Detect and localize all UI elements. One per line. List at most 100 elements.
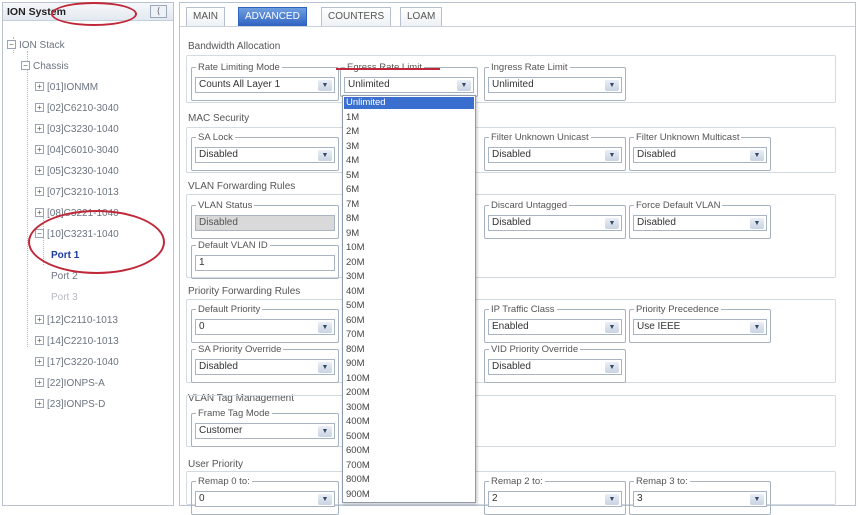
remap-0-select[interactable]: 0 ▼ (195, 491, 335, 507)
dropdown-option[interactable]: 50M (344, 300, 474, 312)
expand-icon[interactable]: + (35, 145, 44, 154)
chevron-down-icon[interactable]: ▼ (318, 80, 332, 91)
dropdown-option[interactable]: 200M (344, 387, 474, 399)
tab-counters[interactable]: COUNTERS (321, 7, 392, 26)
egress-rate-limit-select[interactable]: Unlimited ▼ (344, 77, 474, 93)
dropdown-option[interactable]: 5M (344, 170, 474, 182)
chevron-down-icon[interactable]: ▼ (750, 150, 764, 161)
dropdown-option[interactable]: 9M (344, 228, 474, 240)
expand-icon[interactable]: + (35, 315, 44, 324)
chevron-down-icon[interactable]: ▼ (318, 150, 332, 161)
dropdown-option[interactable]: 4M (344, 155, 474, 167)
tree-item[interactable]: − Chassis (21, 60, 69, 74)
dropdown-option[interactable]: 70M (344, 329, 474, 341)
expand-icon[interactable]: + (35, 124, 44, 133)
dropdown-option[interactable]: 30M (344, 271, 474, 283)
chevron-down-icon[interactable]: ▼ (457, 80, 471, 91)
force-default-vlan-select[interactable]: Disabled ▼ (633, 215, 767, 231)
tree-item[interactable]: + [02]C6210-3040 (35, 102, 119, 116)
priority-precedence-select[interactable]: Use IEEE ▼ (633, 319, 767, 335)
dropdown-option[interactable]: 6M (344, 184, 474, 196)
dropdown-option[interactable]: 80M (344, 344, 474, 356)
expand-icon[interactable]: + (35, 166, 44, 175)
dropdown-option[interactable]: Unlimited (344, 97, 474, 110)
dropdown-option[interactable]: 300M (344, 402, 474, 414)
dropdown-option[interactable]: 60M (344, 315, 474, 327)
expand-icon[interactable]: + (35, 399, 44, 408)
discard-untagged-select[interactable]: Disabled ▼ (488, 215, 622, 231)
vid-priority-override-select[interactable]: Disabled ▼ (488, 359, 622, 375)
chevron-down-icon[interactable]: ▼ (605, 150, 619, 161)
expand-icon[interactable]: + (35, 82, 44, 91)
expand-icon[interactable]: + (35, 378, 44, 387)
filter-unknown-multicast-select[interactable]: Disabled ▼ (633, 147, 767, 163)
chevron-down-icon[interactable]: ▼ (605, 494, 619, 505)
dropdown-option[interactable]: 90M (344, 358, 474, 370)
chevron-down-icon[interactable]: ▼ (750, 218, 764, 229)
tree-item[interactable]: + [03]C3230-1040 (35, 123, 119, 137)
chevron-down-icon[interactable]: ▼ (318, 322, 332, 333)
egress-rate-limit-dropdown-list[interactable]: Unlimited 1M 2M 3M 4M 5M 6M 7M 8M 9M 10M 20M 30M 40M 5… (342, 95, 476, 503)
tree-item[interactable]: + [04]C6010-3040 (35, 144, 119, 158)
tree-item[interactable]: + [05]C3230-1040 (35, 165, 119, 179)
expand-icon[interactable]: + (35, 336, 44, 345)
collapse-icon[interactable]: − (21, 61, 30, 70)
expand-icon[interactable]: + (35, 357, 44, 366)
dropdown-option[interactable]: 2M (344, 126, 474, 138)
dropdown-option[interactable]: 10M (344, 242, 474, 254)
tree-item[interactable]: + [07]C3210-1013 (35, 186, 119, 200)
ip-traffic-class-select[interactable]: Enabled ▼ (488, 319, 622, 335)
remap-3-select[interactable]: 3 ▼ (633, 491, 767, 507)
tab-advanced[interactable]: ADVANCED (238, 7, 307, 26)
chevron-down-icon[interactable]: ▼ (318, 362, 332, 373)
chevron-down-icon[interactable]: ▼ (605, 80, 619, 91)
default-vlan-id-input[interactable]: 1 (195, 255, 335, 271)
tree-item[interactable]: + [01]IONMM (35, 81, 98, 95)
dropdown-option[interactable]: 20M (344, 257, 474, 269)
dropdown-option[interactable]: 1M (344, 112, 474, 124)
dropdown-option[interactable]: 100M (344, 373, 474, 385)
chevron-down-icon[interactable]: ▼ (605, 322, 619, 333)
tab-loam[interactable]: LOAM (400, 7, 443, 26)
remap-2-select[interactable]: 2 ▼ (488, 491, 622, 507)
dropdown-option[interactable]: 800M (344, 474, 474, 486)
ingress-rate-limit-select[interactable]: Unlimited ▼ (488, 77, 622, 93)
default-priority-select[interactable]: 0 ▼ (195, 319, 335, 335)
tree-item[interactable]: + [12]C2110-1013 (35, 314, 118, 328)
chevron-down-icon[interactable]: ▼ (605, 362, 619, 373)
vlan-status-value: Disabled (199, 217, 238, 228)
tree-item[interactable]: + [22]IONPS-A (35, 377, 105, 391)
tab-main[interactable]: MAIN (186, 7, 225, 26)
dropdown-option[interactable]: 700M (344, 460, 474, 472)
dropdown-option[interactable]: 900M (344, 489, 474, 501)
dropdown-option[interactable]: 7M (344, 199, 474, 211)
chevron-down-icon[interactable]: ▼ (750, 494, 764, 505)
expand-icon[interactable]: + (35, 208, 44, 217)
dropdown-option[interactable]: 600M (344, 445, 474, 457)
filter-unknown-unicast-select[interactable]: Disabled ▼ (488, 147, 622, 163)
dropdown-option[interactable]: 500M (344, 431, 474, 443)
dropdown-option[interactable]: 8M (344, 213, 474, 225)
dropdown-option[interactable]: 3M (344, 141, 474, 153)
expand-icon[interactable]: + (35, 187, 44, 196)
chevron-down-icon[interactable]: ▼ (318, 494, 332, 505)
tree-item-port[interactable]: Port 3 (51, 291, 78, 305)
rate-limiting-mode-select[interactable]: Counts All Layer 1 ▼ (195, 77, 335, 93)
collapse-icon[interactable]: − (7, 40, 16, 49)
tree-item[interactable]: − ION Stack (7, 39, 65, 53)
dropdown-option[interactable]: 40M (344, 286, 474, 298)
frame-tag-mode-select[interactable]: Customer ▼ (195, 423, 335, 439)
tree-item[interactable]: + [17]C3220-1040 (35, 356, 119, 370)
chevron-down-icon[interactable]: ▼ (318, 426, 332, 437)
tree-item[interactable]: + [23]IONPS-D (35, 398, 105, 412)
tree-item-label: [07]C3210-1013 (47, 187, 119, 198)
expand-icon[interactable]: + (35, 103, 44, 112)
chevron-down-icon[interactable]: ▼ (605, 218, 619, 229)
sa-priority-override-select[interactable]: Disabled ▼ (195, 359, 335, 375)
chevron-down-icon[interactable]: ▼ (750, 322, 764, 333)
collapse-panel-button[interactable]: ⟨ (150, 5, 167, 18)
tree-item[interactable]: + [14]C2210-1013 (35, 335, 119, 349)
dropdown-option[interactable]: 400M (344, 416, 474, 428)
annotation-circle-ports (28, 210, 165, 274)
sa-lock-select[interactable]: Disabled ▼ (195, 147, 335, 163)
